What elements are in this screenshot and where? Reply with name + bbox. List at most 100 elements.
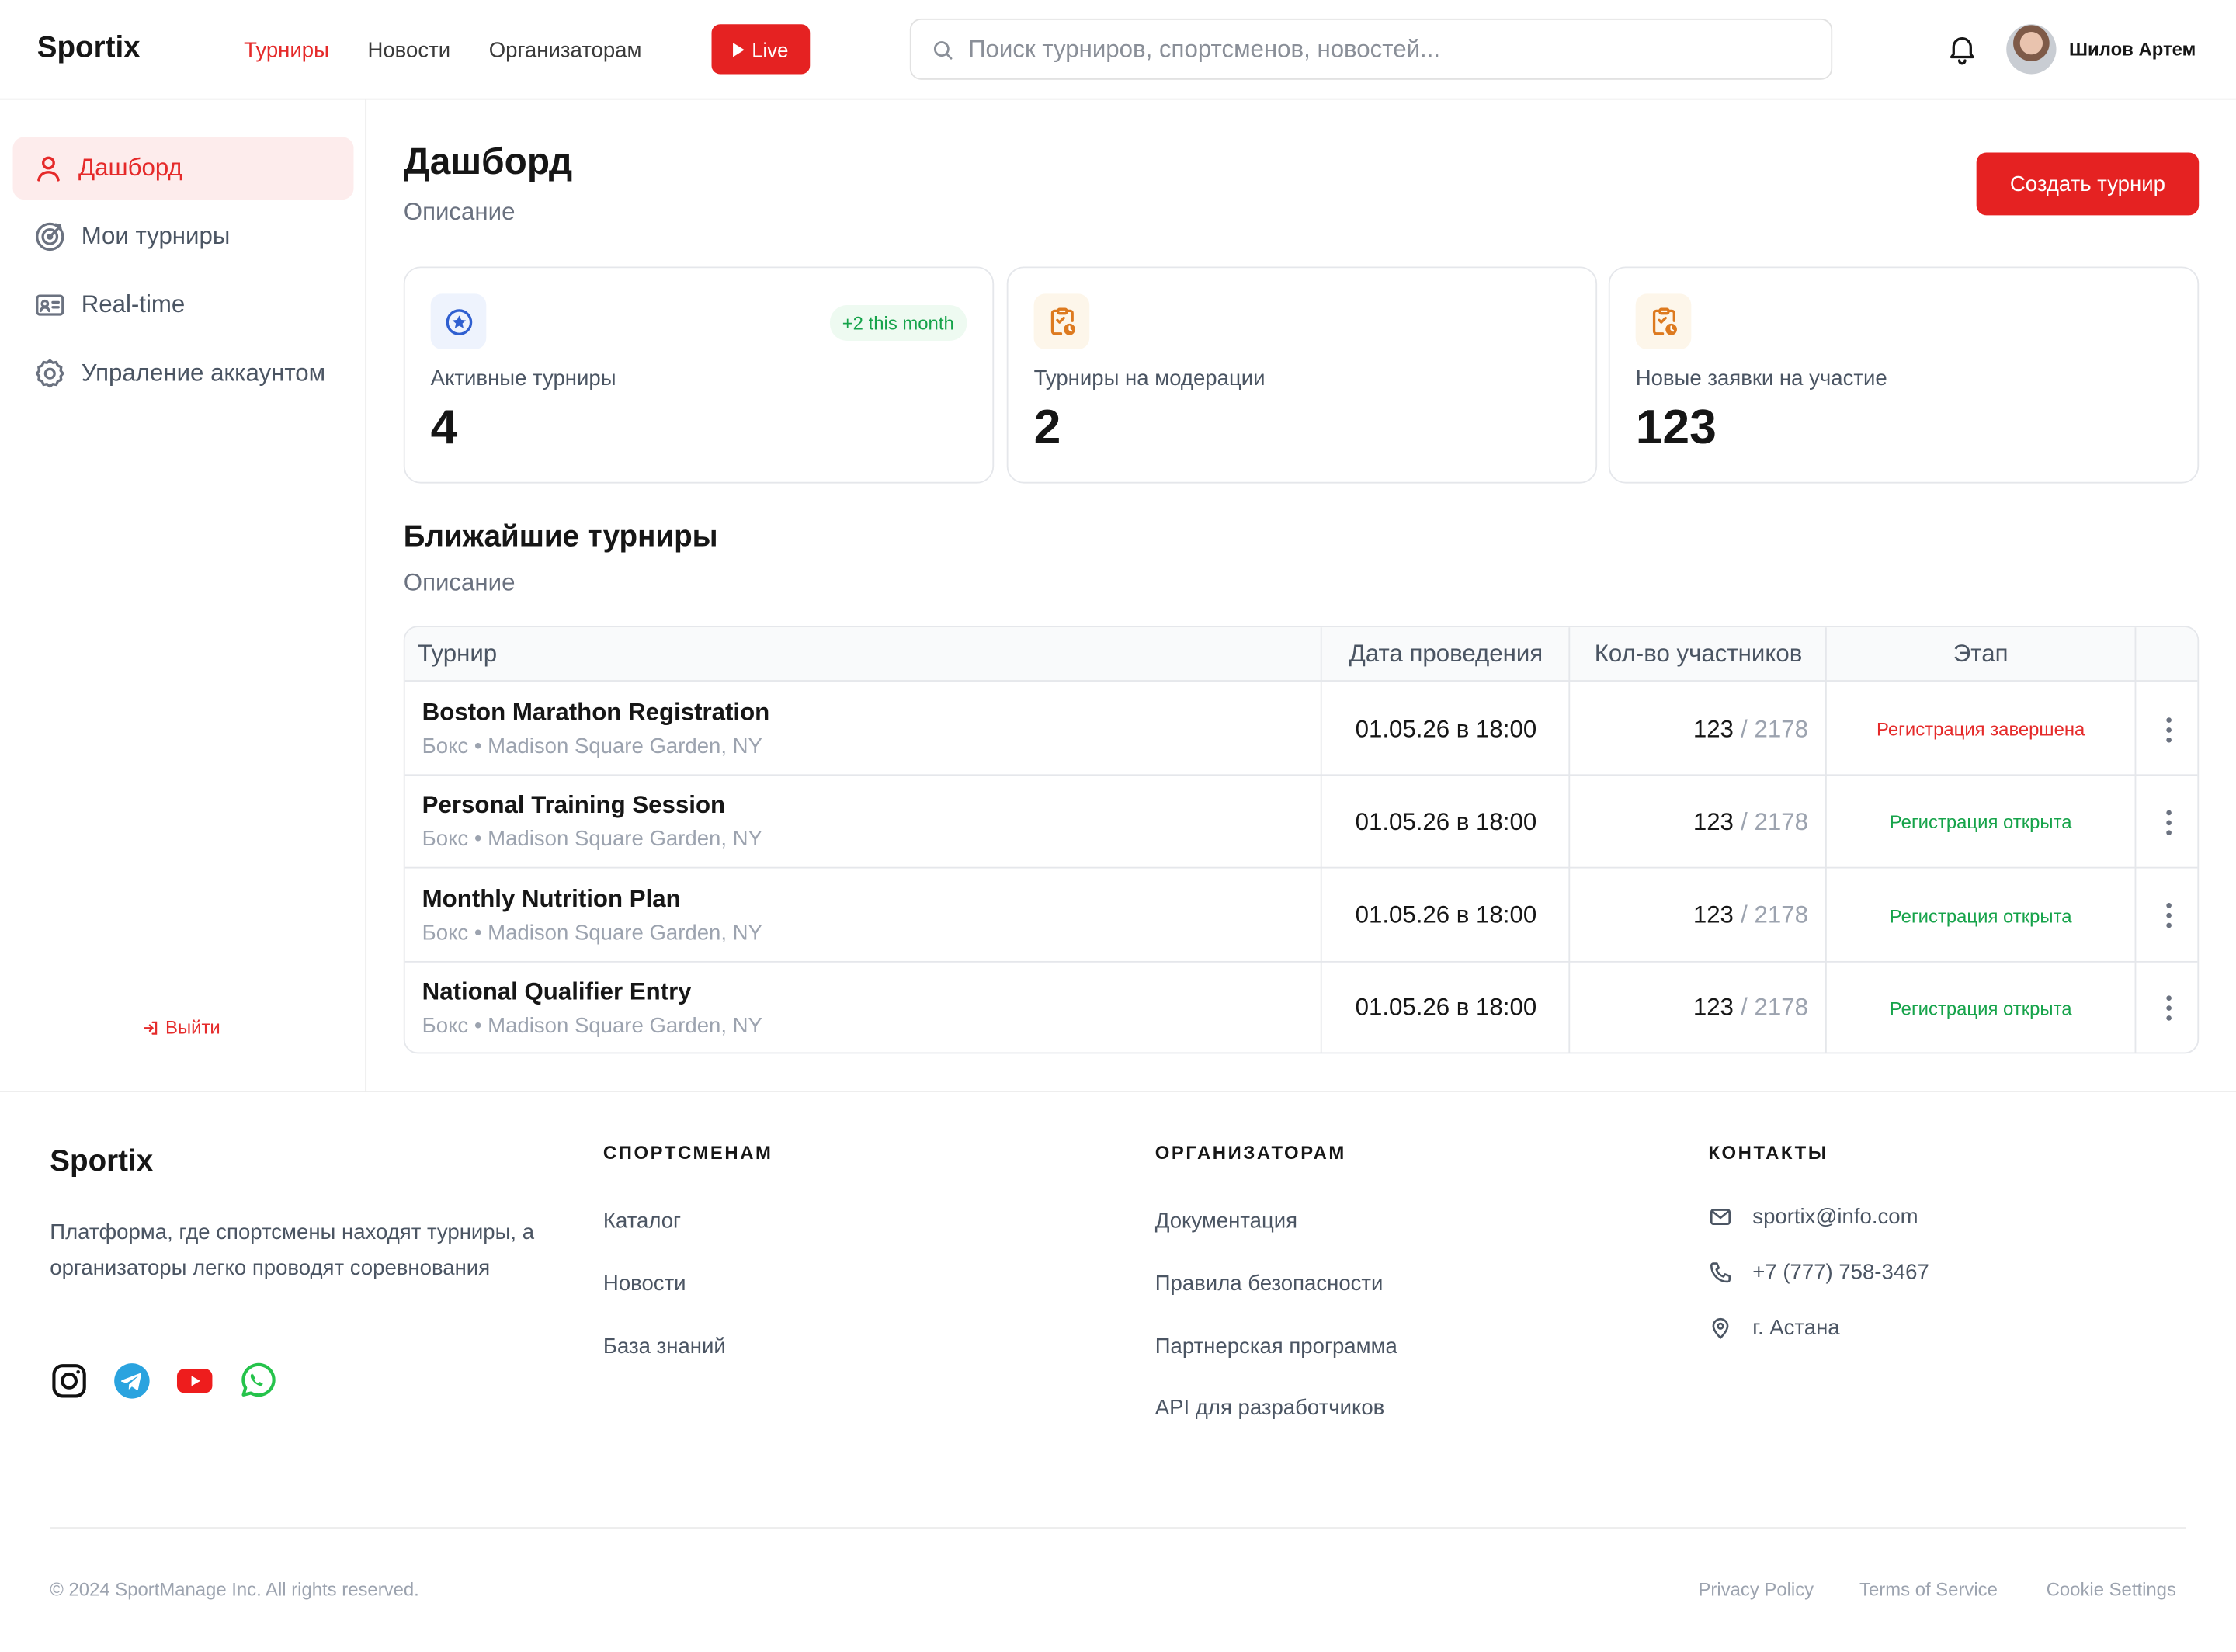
nav-tournaments[interactable]: Турниры <box>244 38 329 62</box>
cookie-settings-link[interactable]: Cookie Settings <box>2047 1578 2176 1600</box>
footer-logo[interactable]: Sportix <box>50 1145 153 1179</box>
column-header-participants[interactable]: Кол-во участников <box>1571 627 1825 682</box>
sidebar: Дашборд Мои турниры Real-time Упраление … <box>0 99 367 1092</box>
privacy-policy-link[interactable]: Privacy Policy <box>1699 1578 1814 1600</box>
participants-current: 123 <box>1693 901 1734 928</box>
participants-count: 123 / 2178 <box>1571 869 1808 962</box>
tournament-date: 01.05.26 в 18:00 <box>1355 994 1537 1022</box>
clipboard-clock-icon <box>1635 293 1692 349</box>
participants-total: / 2178 <box>1741 994 1808 1022</box>
create-tournament-button[interactable]: Создать турнир <box>1976 152 2200 216</box>
page-subtitle: Описание <box>403 198 516 226</box>
search-bar[interactable] <box>909 18 1833 80</box>
contact-phone[interactable]: +7 (777) 758-3467 <box>1708 1261 1929 1285</box>
id-card-icon <box>36 294 64 316</box>
column-header-tournament[interactable]: Турнир <box>418 627 497 682</box>
mail-icon <box>1710 1209 1731 1226</box>
stat-label: Новые заявки на участие <box>1635 366 1887 391</box>
footer-link[interactable]: API для разработчиков <box>1155 1396 1385 1420</box>
tournament-name[interactable]: National Qualifier Entry <box>422 978 692 1007</box>
stat-card-applications: Новые заявки на участие 123 <box>1608 266 2200 484</box>
sidebar-item-dashboard[interactable]: Дашборд <box>12 137 354 200</box>
instagram-icon[interactable] <box>50 1362 89 1400</box>
sidebar-item-label: Real-time <box>81 290 186 318</box>
star-badge-icon <box>430 293 487 349</box>
contact-email-text: sportix@info.com <box>1752 1205 1918 1230</box>
footer-link[interactable]: Новости <box>603 1272 686 1296</box>
stat-value: 123 <box>1635 401 1717 455</box>
table-row[interactable]: Boston Marathon Registration Бокс • Madis… <box>404 683 2198 776</box>
logout-button[interactable]: Выйти <box>143 1017 220 1038</box>
sidebar-item-account[interactable]: Упраление аккаунтом <box>13 342 354 405</box>
participants-current: 123 <box>1693 994 1734 1022</box>
participants-count: 123/ 2178 <box>1571 683 1808 776</box>
copyright: © 2024 SportManage Inc. All rights reser… <box>50 1578 419 1600</box>
tournament-date: 01.05.26 в 18:00 <box>1355 901 1537 928</box>
column-header-stage[interactable]: Этап <box>1827 627 2135 682</box>
table-row[interactable]: Personal Training Session Бокс • Madison … <box>404 776 2198 869</box>
contact-email[interactable]: sportix@info.com <box>1708 1205 1918 1229</box>
footer-link[interactable]: Партнерская программа <box>1155 1334 1398 1359</box>
more-vertical-icon[interactable] <box>2136 963 2197 1053</box>
sidebar-item-label: Мои турниры <box>81 222 231 250</box>
stat-badge: +2 this month <box>829 305 967 341</box>
stage-status: Регистрация завершена <box>1877 718 2085 741</box>
top-header: Sportix Турниры Новости Организаторам Li… <box>0 0 2236 100</box>
footer-link[interactable]: Документация <box>1155 1210 1297 1234</box>
more-vertical-icon[interactable] <box>2136 869 2197 962</box>
sidebar-item-realtime[interactable]: Real-time <box>13 274 354 337</box>
footer-link[interactable]: База знаний <box>603 1334 726 1359</box>
search-input[interactable] <box>968 34 1796 64</box>
footer-description: Платформа, где спортсмены находят турнир… <box>50 1220 535 1281</box>
stat-card-moderation: Турниры на модерации 2 <box>1006 266 1598 484</box>
stage-status: Регистрация открыта <box>1889 811 2072 834</box>
more-vertical-icon[interactable] <box>2136 683 2197 776</box>
participants-count: 123/ 2178 <box>1571 963 1808 1053</box>
footer-link[interactable]: Каталог <box>603 1210 681 1234</box>
gear-icon <box>35 359 64 388</box>
section-title: Ближайшие турниры <box>403 520 718 554</box>
logo[interactable]: Sportix <box>37 31 141 65</box>
stage-status: Регистрация открыта <box>1889 904 2072 927</box>
footer-col-title: КОНТАКТЫ <box>1708 1142 1828 1164</box>
participants-total: / 2178 <box>1741 901 1808 928</box>
participants-total: / 2178 <box>1741 808 1808 835</box>
clipboard-clock-icon <box>1033 293 1090 349</box>
sidebar-item-label: Дашборд <box>78 154 182 182</box>
table-row[interactable]: Monthly Nutrition Plan Бокс • Madison Squ… <box>404 869 2198 963</box>
more-vertical-icon[interactable] <box>2136 776 2197 869</box>
tournament-name[interactable]: Monthly Nutrition Plan <box>422 885 681 914</box>
column-header-date[interactable]: Дата проведения <box>1322 627 1571 682</box>
terms-link[interactable]: Terms of Service <box>1859 1578 1998 1600</box>
whatsapp-icon[interactable] <box>238 1362 277 1400</box>
nav-organizers[interactable]: Организаторам <box>489 38 642 62</box>
footer-link[interactable]: Правила безопасности <box>1155 1272 1384 1296</box>
main-nav: Турниры Новости Организаторам <box>244 0 680 100</box>
play-icon <box>733 42 745 57</box>
footer-divider <box>0 1091 2236 1092</box>
table-header: Турнир Дата проведения Кол-во участников… <box>404 627 2198 682</box>
youtube-icon[interactable] <box>175 1362 214 1400</box>
user-name[interactable]: Шилов Артем <box>2069 39 2196 61</box>
avatar[interactable] <box>2006 24 2057 75</box>
logout-icon <box>144 1020 158 1034</box>
tournament-name[interactable]: Boston Marathon Registration <box>422 699 770 727</box>
stat-label: Активные турниры <box>430 366 616 391</box>
participants-current: 123 <box>1693 715 1734 743</box>
tournament-meta: Бокс • Madison Square Garden, NY <box>422 920 762 945</box>
notifications-bell-icon[interactable] <box>1945 31 1979 72</box>
footer-col-organizers: ОРГАНИЗАТОРАМ <box>1155 1142 1346 1164</box>
sidebar-item-my-tournaments[interactable]: Мои турниры <box>13 205 354 268</box>
tournament-date: 01.05.26 в 18:00 <box>1355 808 1537 835</box>
map-pin-icon <box>1712 1317 1729 1340</box>
section-subtitle: Описание <box>403 568 516 596</box>
tournament-name[interactable]: Personal Training Session <box>422 792 725 821</box>
tournament-meta: Бокс • Madison Square Garden, NY <box>422 827 762 852</box>
nav-news[interactable]: Новости <box>367 38 450 62</box>
telegram-icon[interactable] <box>113 1362 151 1400</box>
participants-count: 123/ 2178 <box>1571 776 1808 869</box>
tournaments-table: Турнир Дата проведения Кол-во участников… <box>403 626 2200 1054</box>
live-button[interactable]: Live <box>711 24 811 75</box>
table-row[interactable]: National Qualifier Entry Бокс • Madison S… <box>405 963 2198 1053</box>
phone-icon <box>1710 1262 1731 1283</box>
